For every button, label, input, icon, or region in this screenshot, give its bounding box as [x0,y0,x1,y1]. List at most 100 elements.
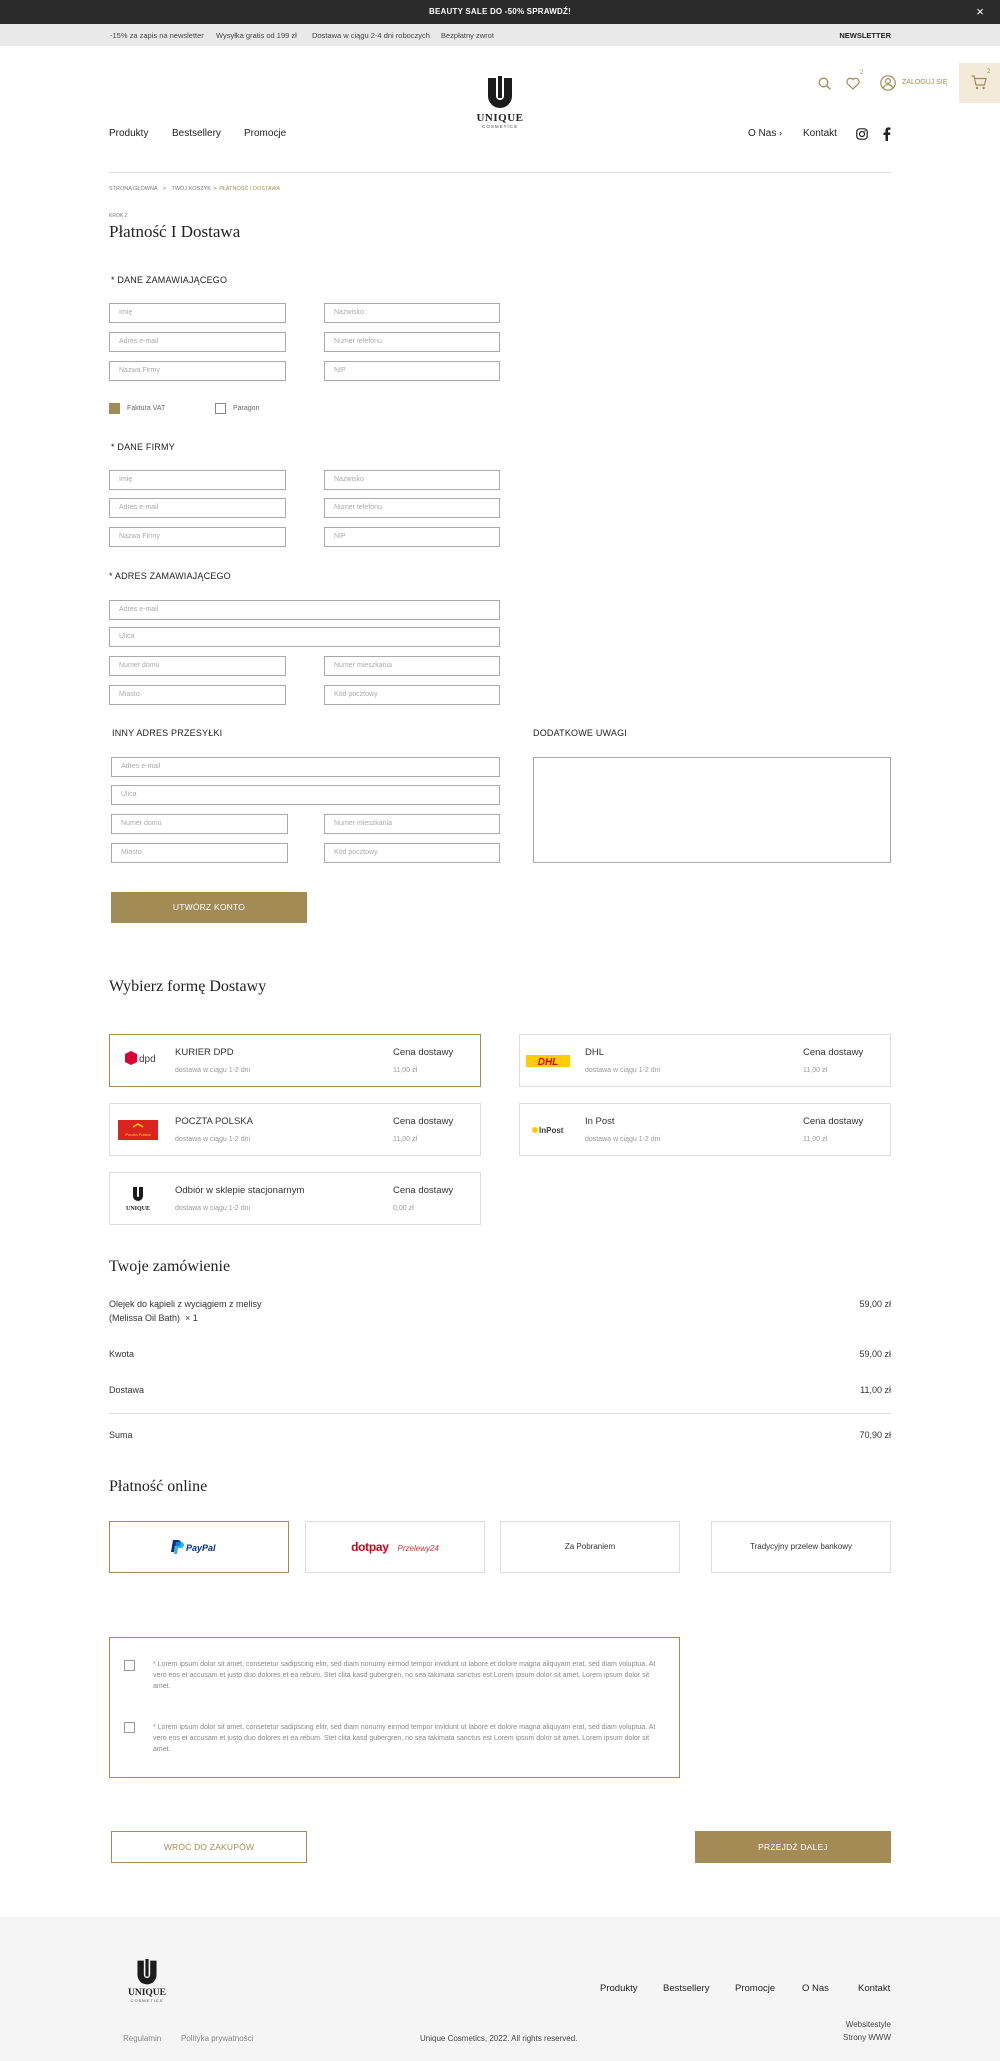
chevron-right-icon: › [779,128,783,138]
nav-produkty[interactable]: Produkty [109,128,148,139]
payment-option-bank-transfer[interactable]: Tradycyjny przelew bankowy [711,1521,891,1573]
shipping-flat-field[interactable]: Numer mieszkania [324,814,500,834]
section-label-address: * ADRES ZAMAWIAJĄCEGO [109,571,231,581]
section-label-orderer: * DANE ZAMAWIAJĄCEGO [111,275,228,285]
consent-checkbox-2[interactable] [124,1722,135,1733]
payment-option-dotpay-przelewy24[interactable]: dotpay Przelewy24 [305,1521,485,1573]
info-item: Bezpłatny zwrot [441,31,494,40]
street-field[interactable]: Ulica [109,627,500,647]
amount-label: Kwota [109,1349,135,1359]
shipping-zip-field[interactable]: Kod pocztowy [324,843,500,863]
przelewy24-logo: Przelewy24 [397,1544,439,1553]
company-first-name-field[interactable]: Imię [109,470,286,490]
payment-option-paypal[interactable]: PayPal [109,1521,289,1573]
footer-logo-subtitle: COSMETICS [130,1998,164,2003]
nav-promocje[interactable]: Promocje [244,128,286,139]
continue-button[interactable]: PRZEJDŹ DALEJ [695,1831,891,1863]
delivery-option-store-pickup[interactable]: UNIQUE Odbiór w sklepie stacjonarnym dos… [109,1172,481,1225]
nav-bestsellery[interactable]: Bestsellery [172,128,221,139]
company-email-field[interactable]: Adres e-mail [109,498,286,518]
total-value: 70,90 zł [859,1430,891,1440]
cart-count: 2 [987,69,991,75]
logo[interactable]: UNIQUE COSMETICS [474,76,526,140]
newsletter-link[interactable]: NEWSLETTER [839,31,891,40]
email-field[interactable]: Adres e-mail [109,332,286,352]
price-header: Cena dostawy [393,1185,454,1196]
breadcrumb-home[interactable]: STRONA GŁÓWNA [109,186,157,192]
company-name-field-2[interactable]: Nazwa Firmy [109,527,286,547]
company-last-name-field[interactable]: Nazwisko [324,470,500,490]
footer-nav-o-nas[interactable]: O Nas [802,1983,829,1994]
company-name-field[interactable]: Nazwa Firmy [109,361,286,381]
section-label-notes: DODATKOWE UWAGI [533,728,627,738]
nav-o-nas[interactable]: O Nas › [748,128,782,139]
facebook-icon[interactable] [883,127,891,141]
info-item: -15% za zapis na newsletter [110,31,204,40]
create-account-button[interactable]: UTWÓRZ KONTO [111,892,307,923]
notes-textarea[interactable] [533,757,891,863]
order-item-variant: (Melissa Oil Bath) [109,1313,181,1323]
consent-checkbox-1[interactable] [124,1660,135,1671]
delivery-option-dhl[interactable]: DHL DHL dostawa w ciągu 1-2 dni Cena dos… [519,1034,891,1087]
shipping-street-field[interactable]: Ulica [111,785,500,805]
back-to-shop-button[interactable]: WRÓĆ DO ZAKUPÓW [111,1831,307,1863]
inpost-logo-icon: InPost [532,1126,564,1135]
total-label: Suma [109,1430,133,1440]
login-link[interactable]: ZALOGUJ SIĘ [902,79,948,86]
delivery-name: In Post [585,1116,615,1127]
flat-number-field[interactable]: Numer mieszkania [324,656,500,676]
zip-field[interactable]: Kod pocztowy [324,685,500,705]
delivery-price: 11,00 zł [393,1136,417,1143]
logo-title: UNIQUE [476,112,524,124]
svg-text:UNIQUE: UNIQUE [126,1206,150,1212]
company-phone-field[interactable]: Numer telefonu [324,498,500,518]
breadcrumb-cart[interactable]: TWÓJ KOSZYK [171,186,210,192]
logo-mark-icon [488,76,512,108]
payment-option-cod[interactable]: Za Pobraniem [500,1521,680,1573]
last-name-field[interactable]: Nazwisko [324,303,500,323]
close-icon[interactable]: × [976,0,984,24]
delivery-option-inpost[interactable]: InPost In Post dostawa w ciągu 1-2 dni C… [519,1103,891,1156]
user-icon[interactable] [880,75,896,91]
order-item-price: 59,00 zł [859,1299,891,1309]
company-nip-field[interactable]: NIP [324,527,500,547]
delivery-option-poczta-polska[interactable]: Poczta Polska POCZTA POLSKA dostawa w ci… [109,1103,481,1156]
shipping-city-field[interactable]: Miasto [111,843,288,863]
shipping-email-field[interactable]: Adres e-mail [111,757,500,777]
promo-text[interactable]: BEAUTY SALE DO -50% SPRAWDŹ! [429,7,571,16]
instagram-icon[interactable] [856,128,868,140]
info-item: Wysyłka gratis od 199 zł [216,31,297,40]
phone-field[interactable]: Numer telefonu [324,332,500,352]
footer-nav-promocje[interactable]: Promocje [735,1983,775,1994]
copyright: Unique Cosmetics, 2022. All rights reser… [420,2034,578,2043]
invoice-checkbox[interactable] [109,403,120,414]
footer-nav-kontakt[interactable]: Kontakt [858,1983,890,1994]
delivery-desc: dostawa w ciągu 1-2 dni [175,1136,251,1143]
shipping-house-field[interactable]: Numer domu [111,814,288,834]
city-field[interactable]: Miasto [109,685,286,705]
address-email-field[interactable]: Adres e-mail [109,600,500,620]
heart-icon[interactable] [846,77,860,90]
delivery-option-dpd[interactable]: dpd KURIER DPD dostawa w ciągu 1-2 dni C… [109,1034,481,1087]
credit-link-1[interactable]: Websitestyle [846,2020,891,2029]
nav-kontakt[interactable]: Kontakt [803,128,837,139]
footer-logo[interactable]: UNIQUE COSMETICS [121,1959,173,2003]
section-label-shipping-address: INNY ADRES PRZESYŁKI [112,728,223,738]
privacy-link[interactable]: Polityka prywatności [181,2034,253,2043]
cart-button[interactable]: 2 [959,63,1000,103]
first-name-field[interactable]: Imię [109,303,286,323]
house-number-field[interactable]: Numer domu [109,656,286,676]
footer-logo-title: UNIQUE [127,1988,166,1998]
nip-field[interactable]: NIP [324,361,500,381]
amount-row: Kwota 59,00 zł [109,1349,891,1359]
terms-link[interactable]: Regulamin [123,2034,161,2043]
receipt-checkbox[interactable] [215,403,226,414]
breadcrumb: STRONA GŁÓWNA > TWÓJ KOSZYK > PŁATNOŚĆ I… [109,186,280,192]
search-icon[interactable] [818,77,831,90]
section-label-company: * DANE FIRMY [111,442,175,452]
credit-link-2[interactable]: Strony WWW [843,2033,891,2042]
delivery-name: Odbiór w sklepie stacjonarnym [175,1185,305,1196]
footer-nav-produkty[interactable]: Produkty [600,1983,638,1994]
footer-nav-bestsellery[interactable]: Bestsellery [663,1983,709,1994]
delivery-price: 11,00 zł [393,1067,417,1074]
